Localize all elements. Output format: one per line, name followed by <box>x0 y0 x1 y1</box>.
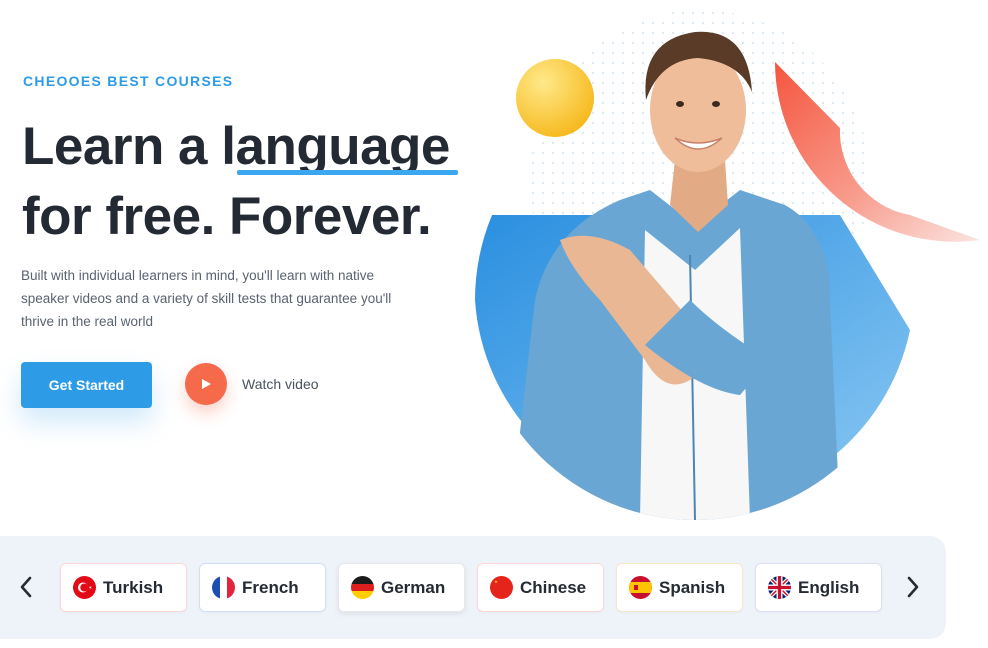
language-chip-spanish[interactable]: Spanish <box>616 563 743 612</box>
next-arrow[interactable] <box>900 571 926 603</box>
headline-line2: for free. Forever. <box>22 187 432 246</box>
language-label: Spanish <box>659 577 726 597</box>
chevron-right-icon[interactable] <box>906 576 920 598</box>
previous-arrow[interactable] <box>13 571 39 603</box>
language-chip-chinese[interactable]: Chinese <box>477 563 604 612</box>
language-bar: Turkish French German Chinese Spanish En… <box>0 536 946 639</box>
watch-video-label: Watch video <box>242 376 319 392</box>
language-label: Turkish <box>103 577 164 597</box>
get-started-button[interactable]: Get Started <box>21 362 152 408</box>
play-icon[interactable] <box>185 363 227 405</box>
uk-flag-icon <box>768 576 791 599</box>
turkey-flag-icon <box>73 576 96 599</box>
headline-part: Learn a l <box>22 117 236 176</box>
language-chip-german[interactable]: German <box>338 563 465 612</box>
language-chip-turkish[interactable]: Turkish <box>60 563 187 612</box>
language-chip-english[interactable]: English <box>755 563 882 612</box>
language-label: French <box>242 577 299 597</box>
yellow-circle <box>516 59 594 137</box>
language-label: Chinese <box>520 577 587 597</box>
eyebrow-label: CHEOOES BEST COURSES <box>23 73 234 89</box>
language-label: German <box>381 577 446 597</box>
spain-flag-icon <box>629 576 652 599</box>
chevron-left-icon[interactable] <box>19 576 33 598</box>
watch-video-link[interactable]: Watch video <box>185 363 319 405</box>
germany-flag-icon <box>351 576 374 599</box>
france-flag-icon <box>212 576 235 599</box>
hero-illustration <box>440 0 988 520</box>
language-label: English <box>798 577 860 597</box>
page-title: Learn a language for free. Forever. <box>22 112 459 252</box>
headline-highlight: anguage <box>235 112 459 182</box>
china-flag-icon <box>490 576 513 599</box>
hero-description: Built with individual learners in mind, … <box>21 268 392 329</box>
language-chip-french[interactable]: French <box>199 563 326 612</box>
